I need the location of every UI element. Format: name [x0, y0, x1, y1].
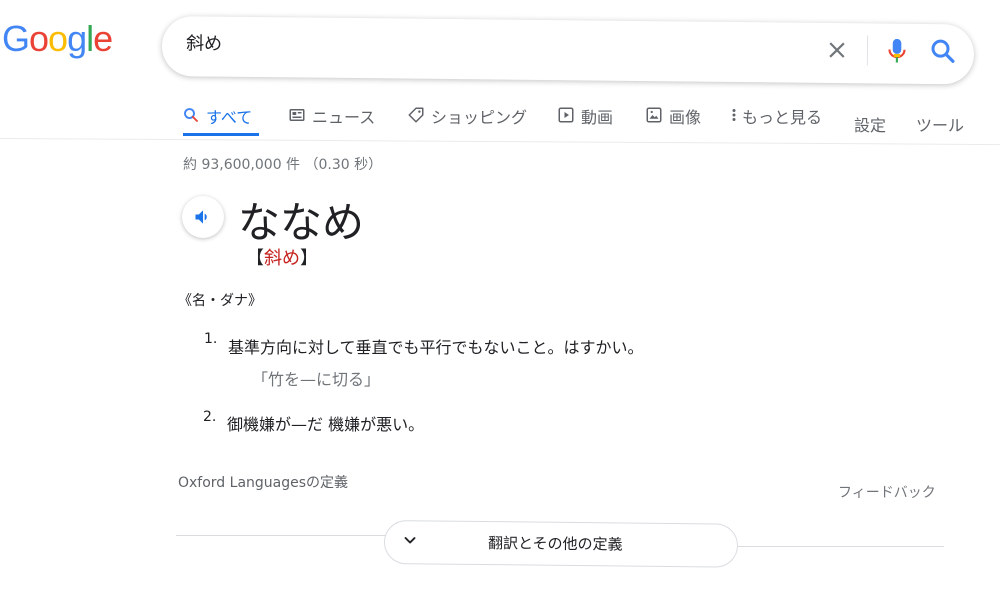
search-button[interactable] [928, 36, 958, 66]
image-icon [645, 106, 663, 124]
part-of-speech: 《名・ダナ》 [178, 293, 262, 309]
chevron-down-icon [401, 531, 419, 549]
tab-label: ツール [916, 116, 965, 135]
tag-icon [407, 106, 425, 124]
definition-text: 基準方向に対して垂直でも平行でもないこと。はすかい。 [228, 338, 644, 357]
more-definitions-label: 翻訳とその他の定義 [487, 534, 623, 554]
tab-label: すべて [206, 108, 253, 127]
definition-number: 1. [204, 331, 218, 347]
logo-letter: o [29, 18, 49, 59]
tab-news[interactable]: ニュース [288, 104, 375, 136]
more-definitions-button[interactable]: 翻訳とその他の定義 [383, 520, 739, 568]
definition-text: 御機嫌が—だ 機嫌が悪い。 [227, 415, 425, 434]
feedback-link[interactable]: フィードバック [838, 482, 936, 502]
kanji-notation: 【斜め】 [246, 244, 318, 270]
logo-letter: l [86, 18, 94, 59]
logo-letter: G [2, 18, 30, 59]
tab-label: もっと見る [742, 108, 823, 127]
tab-label: ニュース [312, 108, 376, 127]
news-icon [288, 106, 306, 124]
tab-videos[interactable]: 動画 [557, 104, 613, 136]
result-stats: 約 93,600,000 件 （0.30 秒） [183, 157, 383, 173]
close-icon [829, 42, 845, 58]
divider [866, 35, 869, 66]
google-logo[interactable]: Google [2, 18, 113, 60]
speaker-icon [195, 210, 207, 224]
divider [176, 535, 386, 536]
logo-letter: o [48, 18, 68, 59]
kanji-link[interactable]: 斜め [264, 248, 300, 269]
headword: ななめ [238, 198, 365, 247]
tab-label: 画像 [669, 108, 702, 127]
search-input[interactable]: 斜め [186, 29, 222, 55]
search-icon [182, 106, 200, 124]
tab-tools[interactable]: ツール [916, 112, 964, 144]
definition-example: 「竹を—に切る」 [252, 370, 381, 389]
pronounce-button[interactable] [182, 196, 224, 238]
definition-number: 2. [203, 409, 217, 425]
more-vert-icon [730, 106, 738, 124]
tabs-divider [0, 138, 1000, 146]
dictionary-source[interactable]: Oxford Languagesの定義 [178, 472, 348, 492]
bracket-open: 【 [246, 248, 264, 269]
clear-button[interactable] [824, 37, 850, 63]
tab-label: 動画 [581, 108, 614, 127]
tab-more[interactable]: もっと見る [730, 104, 822, 136]
tab-settings[interactable]: 設定 [854, 112, 886, 144]
tab-shopping[interactable]: ショッピング [407, 104, 527, 136]
logo-letter: g [67, 18, 87, 59]
tab-label: ショッピング [431, 108, 528, 127]
search-box[interactable]: 斜め [161, 16, 975, 85]
divider [736, 546, 944, 547]
tab-images[interactable]: 画像 [645, 104, 701, 136]
voice-search-button[interactable] [884, 36, 910, 66]
bracket-close: 】 [300, 248, 318, 269]
tab-label: 設定 [854, 116, 887, 135]
active-tab-indicator [183, 133, 259, 136]
tab-all[interactable]: すべて [182, 104, 252, 136]
search-icon [931, 39, 955, 63]
mic-icon [888, 38, 906, 63]
logo-letter: e [93, 18, 113, 59]
play-icon [557, 106, 575, 124]
